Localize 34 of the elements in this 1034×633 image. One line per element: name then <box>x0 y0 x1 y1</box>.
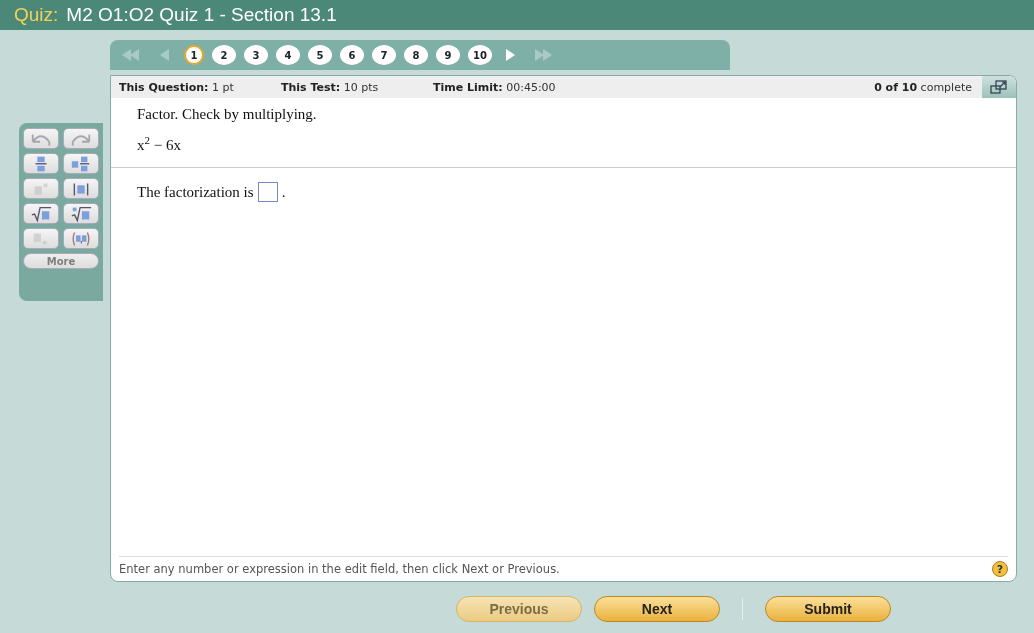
answer-field[interactable] <box>257 182 278 202</box>
period-text: . <box>281 183 286 201</box>
question-number[interactable]: 2 <box>212 45 236 65</box>
question-number[interactable]: 3 <box>244 45 268 65</box>
progress-text: 0 of 10 complete <box>874 80 972 94</box>
next-button[interactable]: Next <box>594 596 720 622</box>
question-number[interactable]: 4 <box>276 45 300 65</box>
math-expression: x$^{2}$ − 6x <box>137 137 181 153</box>
submit-button[interactable]: Submit <box>765 596 891 622</box>
question-number[interactable]: 1 <box>184 45 204 65</box>
test-points: This Test: 10 pts <box>281 80 380 94</box>
question-number[interactable]: 5 <box>308 45 332 65</box>
quiz-title: M2 O1:O2 Quiz 1 - Section 13.1 <box>66 4 337 26</box>
nth-root-icon <box>70 204 92 223</box>
ordered-pair-button[interactable] <box>63 228 99 249</box>
question-number[interactable]: 6 <box>340 45 364 65</box>
hint-text: Enter any number or expression in the edit field, then click Next or Previous. <box>119 562 560 576</box>
mixed-number-icon <box>70 154 92 173</box>
question-number[interactable]: 9 <box>436 45 460 65</box>
question-number[interactable]: 10 <box>468 45 492 65</box>
answer-text: The factorization is <box>137 183 254 201</box>
question-number[interactable]: 8 <box>404 45 428 65</box>
time-limit: Time Limit: 00:45:00 <box>433 80 557 94</box>
help-icon[interactable]: ? <box>992 561 1008 577</box>
question-points: This Question: 1 pt <box>119 80 235 94</box>
square-root-button[interactable] <box>23 203 59 224</box>
absolute-value-button[interactable] <box>63 178 99 199</box>
square-root-icon <box>30 204 52 223</box>
question-prompt: Factor. Check by multiplying. <box>137 106 317 122</box>
nth-root-button[interactable] <box>63 203 99 224</box>
expand-button[interactable] <box>982 76 1016 98</box>
expand-icon <box>990 79 1008 95</box>
question-number[interactable]: 7 <box>372 45 396 65</box>
quiz-label: Quiz: <box>14 4 59 26</box>
